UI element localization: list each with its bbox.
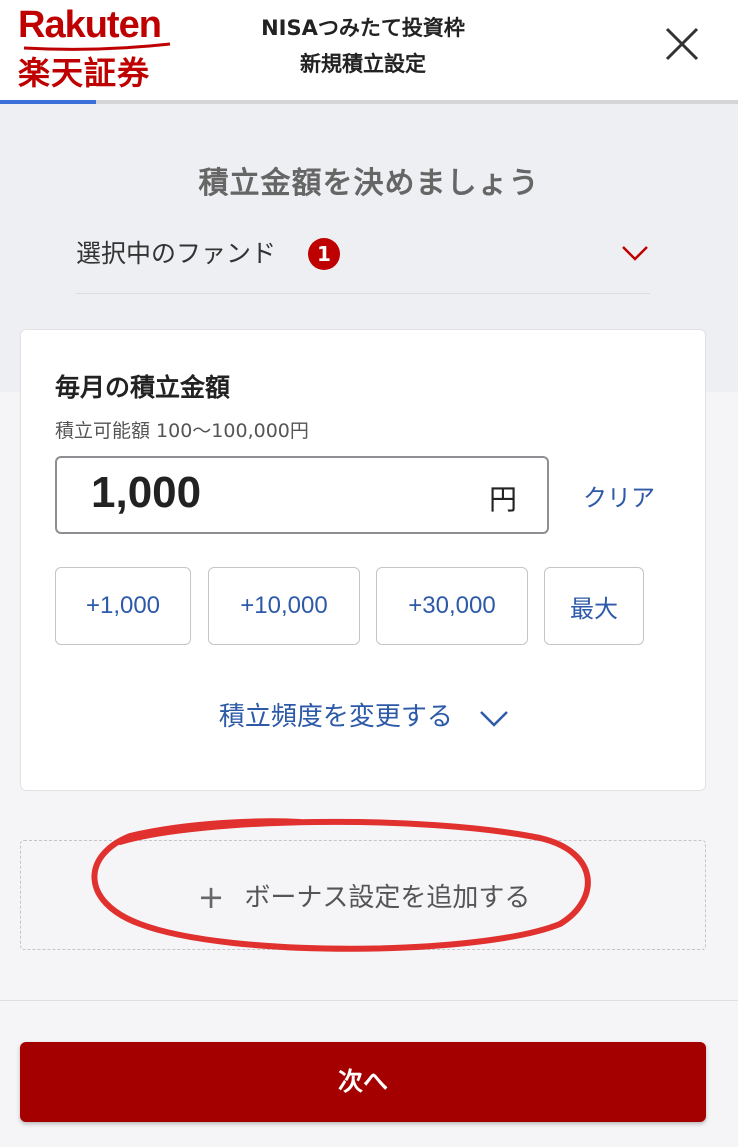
selected-fund-toggle[interactable]: 選択中のファンド 1 xyxy=(76,222,650,294)
add-bonus-label: ボーナス設定を追加する xyxy=(244,883,531,913)
page-title: NISAつみたて投資枠 新規積立設定 xyxy=(200,10,526,82)
add-10000-button[interactable]: +10,000 xyxy=(208,567,360,645)
amount-value: 1,000 xyxy=(91,468,202,517)
clear-button[interactable]: クリア xyxy=(583,478,655,513)
add-bonus-button[interactable]: + ボーナス設定を追加する xyxy=(20,840,706,950)
close-button[interactable] xyxy=(660,22,704,66)
add-1000-button[interactable]: +1,000 xyxy=(55,567,191,645)
page-title-line1: NISAつみたて投資枠 xyxy=(261,16,465,40)
amount-input[interactable]: 1,000 円 xyxy=(55,456,549,534)
max-button[interactable]: 最大 xyxy=(544,567,644,645)
app-header: Rakuten 楽天証券 NISAつみたて投資枠 新規積立設定 xyxy=(0,0,738,104)
amount-range-text: 積立可能額 100〜100,000円 xyxy=(55,420,309,442)
section-heading: 積立金額を決めましょう xyxy=(198,166,540,201)
rakuten-logo-text: Rakuten xyxy=(18,4,162,46)
selected-fund-label: 選択中のファンド xyxy=(76,239,277,268)
chevron-down-icon xyxy=(480,710,509,727)
add-bonus-row: + ボーナス設定を追加する xyxy=(21,877,707,916)
fund-count-badge: 1 xyxy=(308,238,340,270)
chevron-down-icon xyxy=(622,246,648,261)
close-icon xyxy=(665,27,699,61)
amount-unit: 円 xyxy=(488,483,517,516)
change-frequency-link[interactable]: 積立頻度を変更する xyxy=(21,696,707,733)
add-30000-button[interactable]: +30,000 xyxy=(376,567,528,645)
next-button[interactable]: 次へ xyxy=(20,1042,706,1122)
rakuten-securities-logo: 楽天証券 xyxy=(18,54,151,92)
page-title-line2: 新規積立設定 xyxy=(300,52,426,76)
plus-icon: + xyxy=(197,878,225,916)
change-frequency-label: 積立頻度を変更する xyxy=(218,702,453,732)
monthly-amount-card: 毎月の積立金額 積立可能額 100〜100,000円 1,000 円 クリア +… xyxy=(20,329,706,791)
monthly-amount-title: 毎月の積立金額 xyxy=(55,373,231,402)
